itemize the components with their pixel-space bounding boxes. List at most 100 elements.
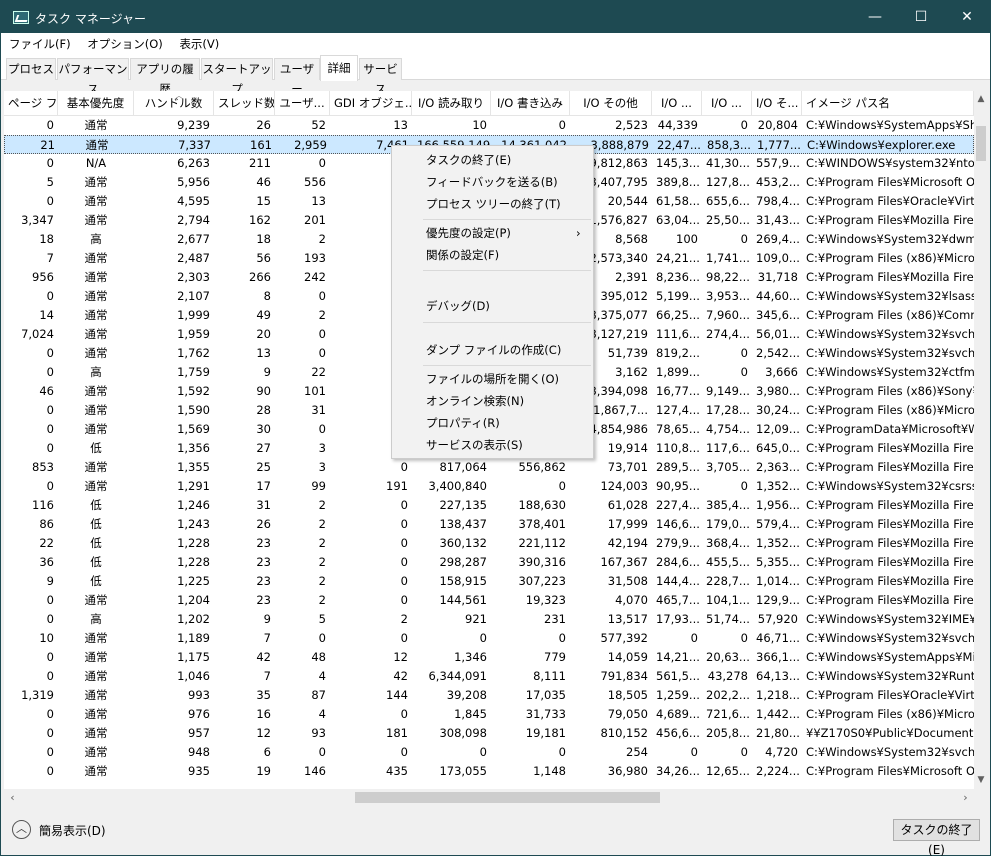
column-header[interactable]: イメージ パス名 [802,91,974,116]
scroll-down-icon[interactable]: ▼ [974,772,988,789]
table-row[interactable]: 0 通常 948 6 0 0 0 0 254 0 0 4,720 C:¥Windows¥System32… [4,743,974,762]
table-row[interactable]: 1,319 通常 993 35 87 144 39,208 17,035 18,505 1,259… [4,686,974,705]
menu-item-set-priority[interactable]: 優先度の設定(P) [426,223,511,243]
chevron-up-icon[interactable]: ︿ [12,820,31,839]
close-button[interactable]: ✕ [944,1,990,33]
menu-item-create-dump-file[interactable]: ダンプ ファイルの作成(C) [426,340,561,360]
table-cell: 1,356 [177,441,210,455]
menu-item-debug[interactable]: デバッグ(D) [426,296,490,316]
menu-item-end-process-tree[interactable]: プロセス ツリーの終了(T) [426,194,561,214]
table-cell: 2,107 [177,289,210,303]
table-cell: 0 [400,631,408,645]
vertical-scrollbar[interactable]: ▲ ▼ [974,91,988,789]
table-row[interactable]: 0 通常 976 16 4 0 1,845 31,733 79,050 4,689... 721,6… [4,705,974,724]
column-header[interactable]: I/O ... [702,91,752,116]
table-row[interactable]: 0 通常 1,046 7 4 42 6,344,091 8,111 791,834 561,5..… [4,667,974,686]
scroll-left-icon[interactable]: ‹ [4,789,21,806]
tab-services[interactable]: サービス [359,58,402,96]
table-cell: C:¥Windows¥System32¥lsass.exe [806,289,974,303]
menu-item-set-affinity[interactable]: 関係の設定(F) [426,245,499,265]
menu-item-go-to-services[interactable]: サービスの表示(S) [426,435,523,455]
column-header[interactable]: I/O ... [652,91,702,116]
table-cell: 0 [690,631,698,645]
tab-processes[interactable]: プロセス [6,58,56,80]
table-row[interactable]: 0 通常 1,291 17 99 191 3,400,840 0 124,003 90,95...… [4,477,974,496]
menu-item-search-online[interactable]: オンライン検索(N) [426,391,524,411]
column-header[interactable]: ページ フ... [4,91,58,116]
menu-item-properties[interactable]: プロパティ(R) [426,413,500,433]
table-cell: 1,956... [756,498,800,512]
column-header[interactable]: ハンドル数 [134,91,214,116]
column-header[interactable]: ユーザ... [275,91,330,116]
table-row[interactable]: 0 通常 1,204 23 2 0 144,561 19,323 4,070 465,7... 10… [4,591,974,610]
table-cell: 721,6... [706,707,750,721]
table-cell: 127,4... [656,403,700,417]
table-row[interactable]: 0 通常 957 12 93 181 308,098 19,181 810,152 456,6..… [4,724,974,743]
column-header[interactable]: スレッド数 [214,91,275,116]
column-header[interactable]: I/O 読み取り [412,91,491,116]
table-cell: 1,148 [533,764,566,778]
tab-performance[interactable]: パフォーマンス [57,58,129,96]
table-cell: 高 [90,612,102,626]
vertical-scroll-thumb[interactable] [976,126,986,161]
maximize-button[interactable]: ☐ [898,1,944,33]
table-row[interactable]: 0 通常 1,175 42 48 12 1,346 779 14,059 14,21... 20,6… [4,648,974,667]
column-header[interactable]: GDI オブジェ... [330,91,412,116]
table-cell: 556,862 [518,460,566,474]
table-row[interactable]: 86 低 1,243 26 2 0 138,437 378,401 17,999 146,6...… [4,515,974,534]
horizontal-scroll-thumb[interactable] [355,792,660,803]
table-row[interactable]: 0 高 1,202 9 5 2 921 231 13,517 17,93... 51,74... 57… [4,610,974,629]
table-cell: 28 [256,403,271,417]
column-header[interactable]: I/O 書き込み [491,91,570,116]
tab-users[interactable]: ユーザー [274,58,320,96]
column-header[interactable]: I/O そ... [752,91,802,116]
table-row[interactable]: 9 低 1,225 23 2 0 158,915 307,223 31,508 144,4... 2… [4,572,974,591]
table-cell: C:¥Program Files (x86)¥Microsoft [806,251,974,265]
table-cell: 3 [318,441,326,455]
table-cell: 1,592 [177,384,210,398]
scroll-up-icon[interactable]: ▲ [974,91,988,108]
table-cell: 20,63... [706,650,750,664]
tab-app-history[interactable]: アプリの履歴 [130,58,200,96]
table-cell: 90,95... [656,479,700,493]
menu-item-end-task[interactable]: タスクの終了(E) [426,150,511,170]
minimize-button[interactable]: — [852,1,898,33]
title-bar[interactable]: タスク マネージャー — ☐ ✕ [1,1,990,33]
table-cell: 116 [32,498,54,512]
table-cell: 0 [46,346,54,360]
table-cell: 289,5... [656,460,700,474]
menu-item-send-feedback[interactable]: フィードバックを送る(B) [426,172,558,192]
table-cell: 0 [46,118,54,132]
column-header[interactable]: 基本優先度 [58,91,134,116]
table-cell: 低 [90,536,102,550]
table-cell: C:¥Program Files¥Mozilla Firefox [806,498,974,512]
table-row[interactable]: 22 低 1,228 23 2 0 360,132 221,112 42,194 279,9...… [4,534,974,553]
table-cell: 8,236... [656,270,700,284]
scroll-right-icon[interactable]: › [957,789,974,806]
menu-item-open-file-location[interactable]: ファイルの場所を開く(O) [426,369,559,389]
table-row[interactable]: 853 通常 1,355 25 3 0 817,064 556,862 73,701 289,5.… [4,458,974,477]
table-cell: 1,218... [756,688,800,702]
tab-startup[interactable]: スタートアップ [201,58,273,96]
tab-details[interactable]: 詳細 [320,55,358,81]
table-row[interactable]: 10 通常 1,189 7 0 0 0 0 577,392 0 0 46,71... C:¥Window… [4,629,974,648]
table-cell: 6,263 [177,156,210,170]
table-row[interactable]: 116 低 1,246 31 2 0 227,135 188,630 61,028 227,4..… [4,496,974,515]
horizontal-scrollbar[interactable]: ‹ › [4,789,974,806]
table-cell: 通常 [84,745,108,759]
menu-options[interactable]: オプション(O) [82,33,168,55]
table-cell: 低 [90,441,102,455]
table-cell: 368,4... [706,536,750,550]
table-row[interactable]: 0 通常 935 19 146 435 173,055 1,148 36,980 34,26...… [4,762,974,781]
table-cell: 1,259... [656,688,700,702]
menu-file[interactable]: ファイル(F) [4,33,76,55]
table-cell: 0 [740,365,748,379]
table-row[interactable]: 36 低 1,228 23 2 0 298,287 390,316 167,367 284,6..… [4,553,974,572]
table-cell: 366,1... [756,650,800,664]
menu-view[interactable]: 表示(V) [174,33,224,55]
table-row[interactable]: 0 通常 9,239 26 52 13 10 0 2,523 44,339 0 20,804 C:¥Wi… [4,116,974,135]
end-task-button[interactable]: タスクの終了(E) [893,819,980,857]
table-cell: 5,956 [177,175,210,189]
fewer-details-link[interactable]: 簡易表示(D) [39,822,106,839]
column-header[interactable]: I/O その他 [570,91,652,116]
